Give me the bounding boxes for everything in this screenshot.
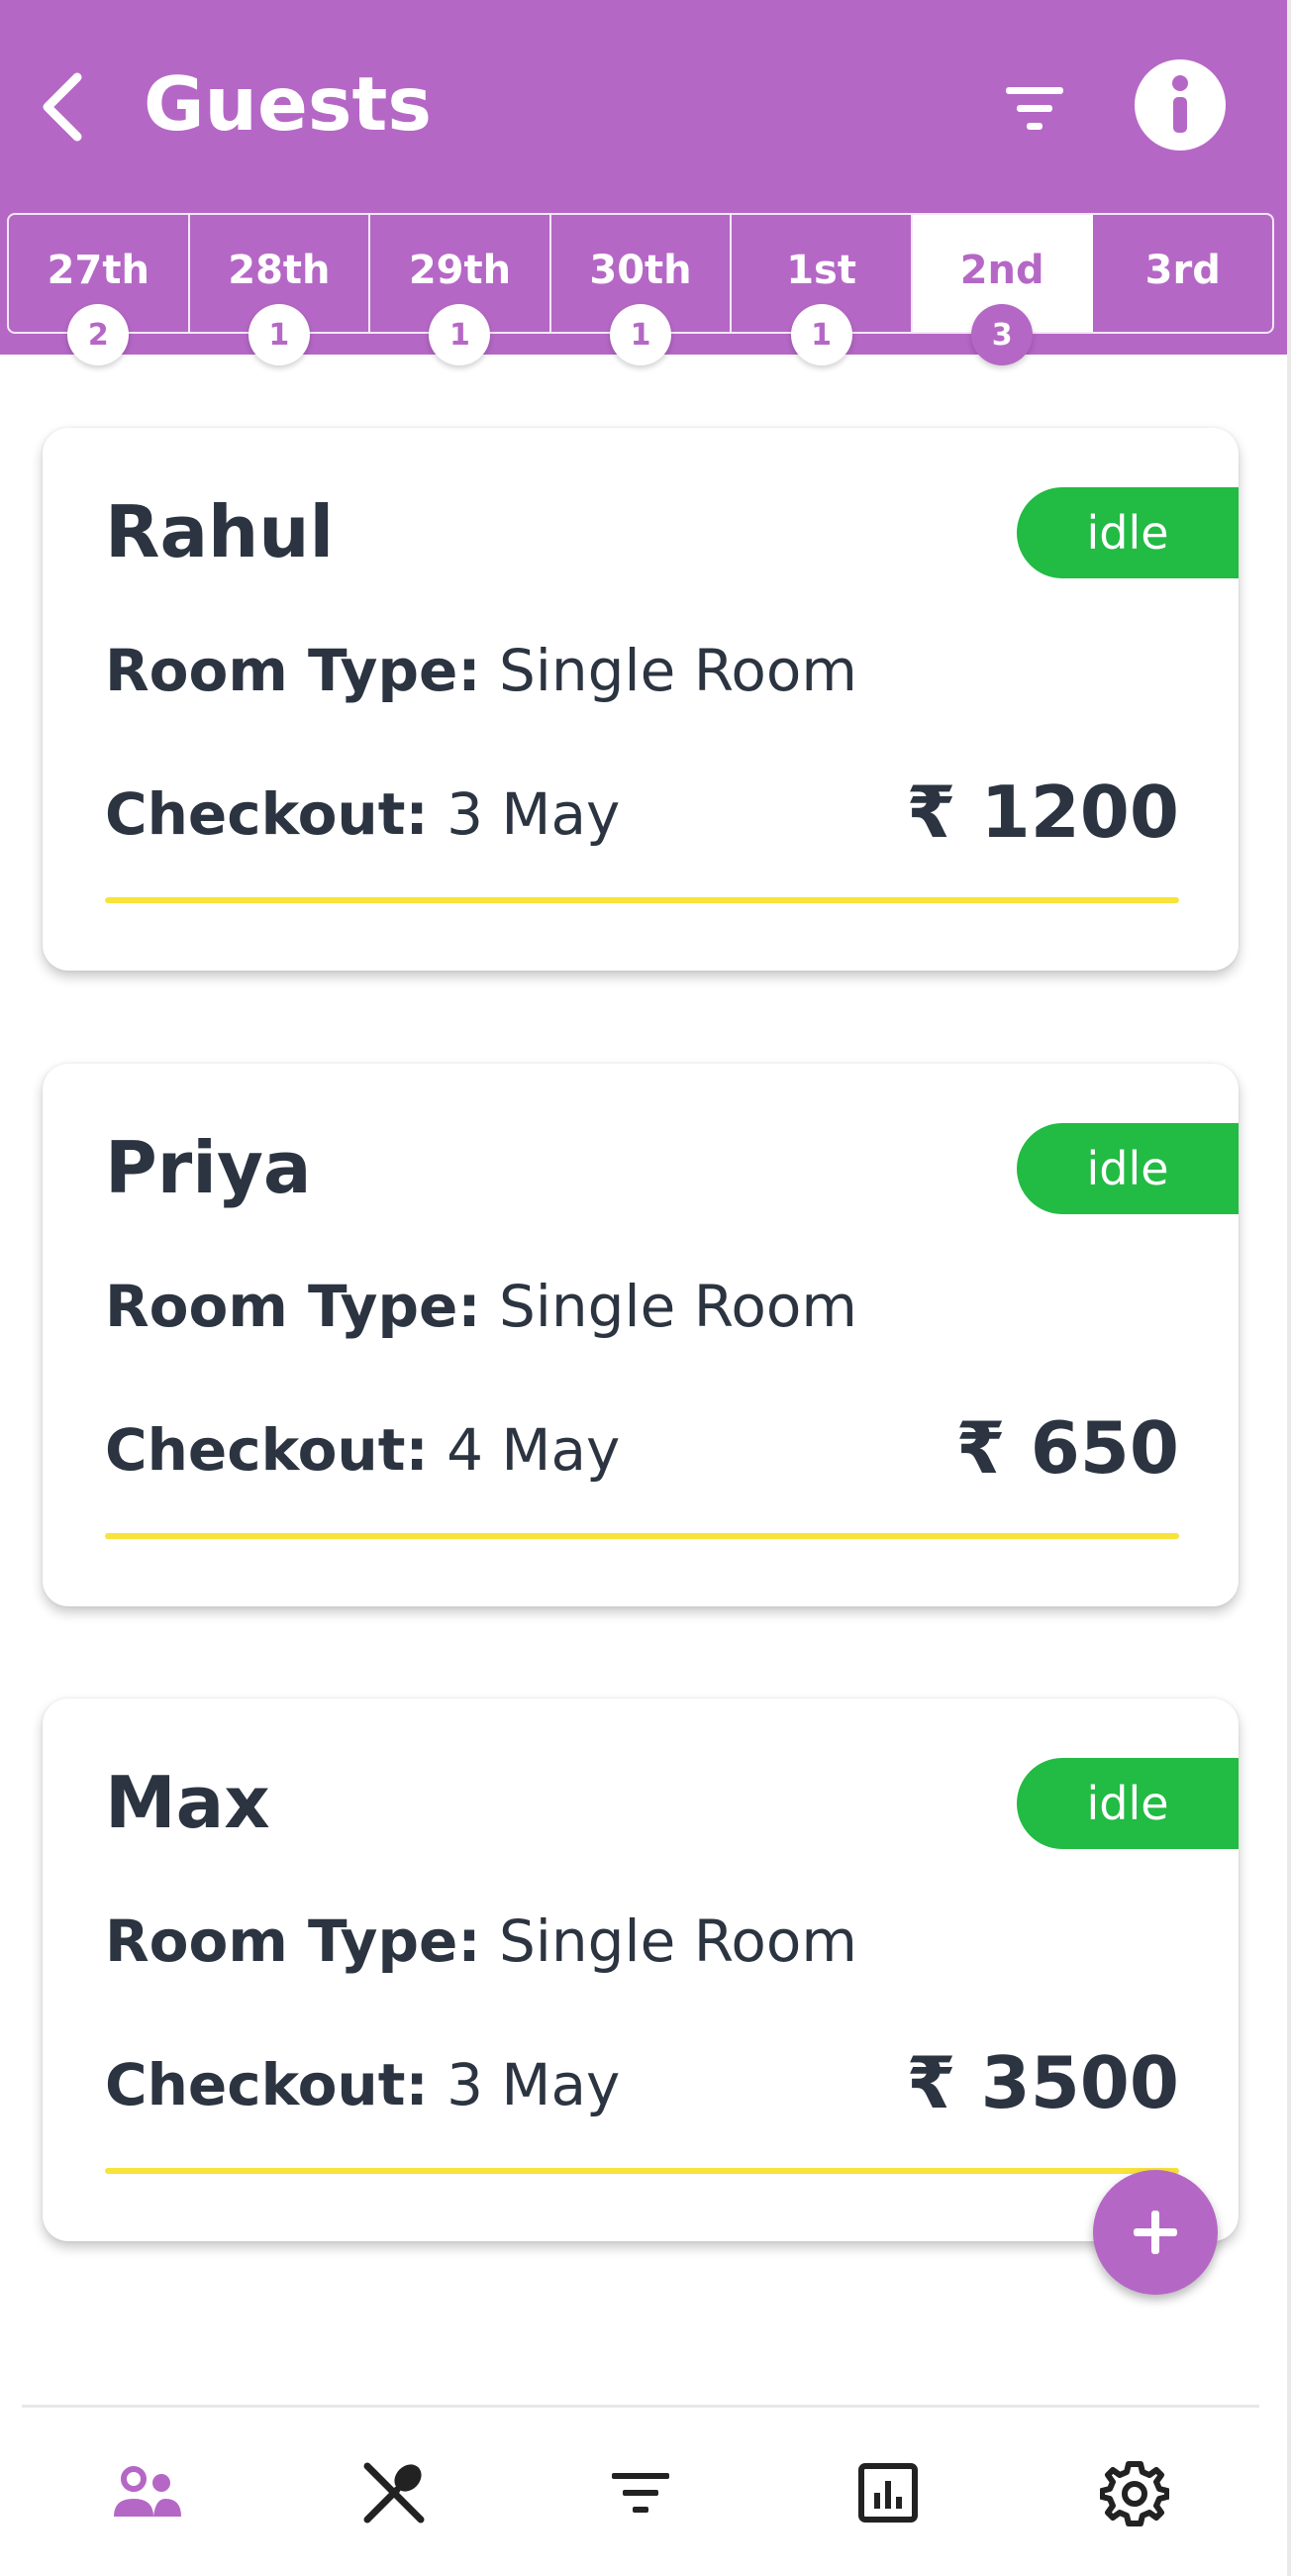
room-type-label: Room Type:	[105, 637, 481, 704]
nav-filter-tab[interactable]	[596, 2448, 685, 2537]
guest-name: Max	[105, 1761, 270, 1844]
checkout-row: Checkout: 3 May	[105, 2050, 620, 2119]
room-type-row: Room Type: Single Room	[105, 636, 857, 705]
page-title: Guests	[144, 60, 432, 148]
room-type-value: Single Room	[498, 1907, 857, 1975]
scrollbar[interactable]	[1287, 0, 1291, 2576]
checkout-row: Checkout: 4 May	[105, 1415, 620, 1485]
checkout-value: 4 May	[447, 1416, 621, 1484]
price: ₹ 3500	[906, 2041, 1179, 2124]
date-tab[interactable]: 2nd 3	[912, 215, 1094, 365]
status-badge: idle	[1017, 1758, 1239, 1849]
checkout-label: Checkout:	[105, 2051, 429, 2118]
price: ₹ 1200	[906, 771, 1179, 854]
checkout-row: Checkout: 3 May	[105, 779, 620, 849]
nav-settings-tab[interactable]	[1090, 2448, 1179, 2537]
status-badge: idle	[1017, 487, 1239, 578]
date-tab-label: 3rd	[1144, 248, 1221, 293]
date-tab[interactable]: 27th 2	[9, 215, 190, 365]
date-tab[interactable]: 30th 1	[551, 215, 733, 365]
checkout-label: Checkout:	[105, 1416, 429, 1484]
room-type-label: Room Type:	[105, 1273, 481, 1340]
guest-count-badge: 1	[248, 304, 310, 365]
guest-name: Rahul	[105, 490, 335, 573]
status-badge: idle	[1017, 1123, 1239, 1214]
guest-count-badge: 1	[429, 304, 491, 365]
guest-count-badge: 1	[790, 304, 852, 365]
checkout-value: 3 May	[447, 780, 621, 848]
app-screen: Guests 27th 2 28th 1 29th 1 30th 1 1st 1 2nd 3 3rd R…	[0, 0, 1291, 2576]
info-icon[interactable]	[1135, 59, 1226, 151]
date-tab[interactable]: 28th 1	[190, 215, 371, 365]
filter-icon[interactable]	[1000, 81, 1069, 137]
room-type-row: Room Type: Single Room	[105, 1906, 857, 1976]
guest-card[interactable]: Max idle Room Type: Single Room Checkout: 3…	[43, 1699, 1239, 2241]
date-tabs: 27th 2 28th 1 29th 1 30th 1 1st 1 2nd 3 3rd	[7, 213, 1274, 365]
room-type-value: Single Room	[498, 1273, 857, 1340]
date-tab[interactable]: 29th 1	[370, 215, 551, 365]
date-tab[interactable]: 3rd	[1093, 215, 1272, 332]
date-tab-label: 2nd	[959, 248, 1044, 293]
gear-icon	[1100, 2461, 1169, 2526]
room-type-value: Single Room	[498, 637, 857, 704]
nav-guests-tab[interactable]	[103, 2448, 192, 2537]
card-underline	[105, 897, 1179, 903]
bar-chart-icon	[858, 2463, 918, 2523]
room-type-row: Room Type: Single Room	[105, 1272, 857, 1341]
date-tab-label: 29th	[408, 248, 512, 293]
date-tab-label: 28th	[228, 248, 331, 293]
filter-icon	[612, 2473, 669, 2513]
guest-name: Priya	[105, 1126, 312, 1209]
guest-count-badge: 2	[67, 304, 130, 365]
date-tab-label: 1st	[786, 248, 856, 293]
date-tab[interactable]: 1st 1	[732, 215, 913, 365]
date-tab-label: 27th	[47, 248, 149, 293]
nav-divider	[22, 2405, 1259, 2408]
nav-food-tab[interactable]	[349, 2448, 439, 2537]
guest-count-badge: 1	[610, 304, 672, 365]
fork-spoon-icon	[363, 2462, 425, 2524]
guest-card[interactable]: Priya idle Room Type: Single Room Checkout:…	[43, 1064, 1239, 1606]
guests-icon	[114, 2466, 181, 2517]
guest-count-badge: 3	[971, 304, 1034, 365]
room-type-label: Room Type:	[105, 1907, 481, 1975]
price: ₹ 650	[955, 1406, 1179, 1490]
plus-icon	[1134, 2211, 1177, 2254]
checkout-label: Checkout:	[105, 780, 429, 848]
guest-card[interactable]: Rahul idle Room Type: Single Room Checkout:…	[43, 428, 1239, 971]
card-underline	[105, 2168, 1179, 2174]
back-chevron-icon[interactable]	[34, 67, 93, 147]
nav-reports-tab[interactable]	[844, 2448, 933, 2537]
app-header: Guests 27th 2 28th 1 29th 1 30th 1 1st 1 2nd 3 3rd	[0, 0, 1287, 365]
add-guest-button[interactable]	[1093, 2170, 1218, 2295]
checkout-value: 3 May	[447, 2051, 621, 2118]
date-tab-label: 30th	[589, 248, 692, 293]
bottom-nav	[0, 2409, 1287, 2576]
card-underline	[105, 1533, 1179, 1539]
